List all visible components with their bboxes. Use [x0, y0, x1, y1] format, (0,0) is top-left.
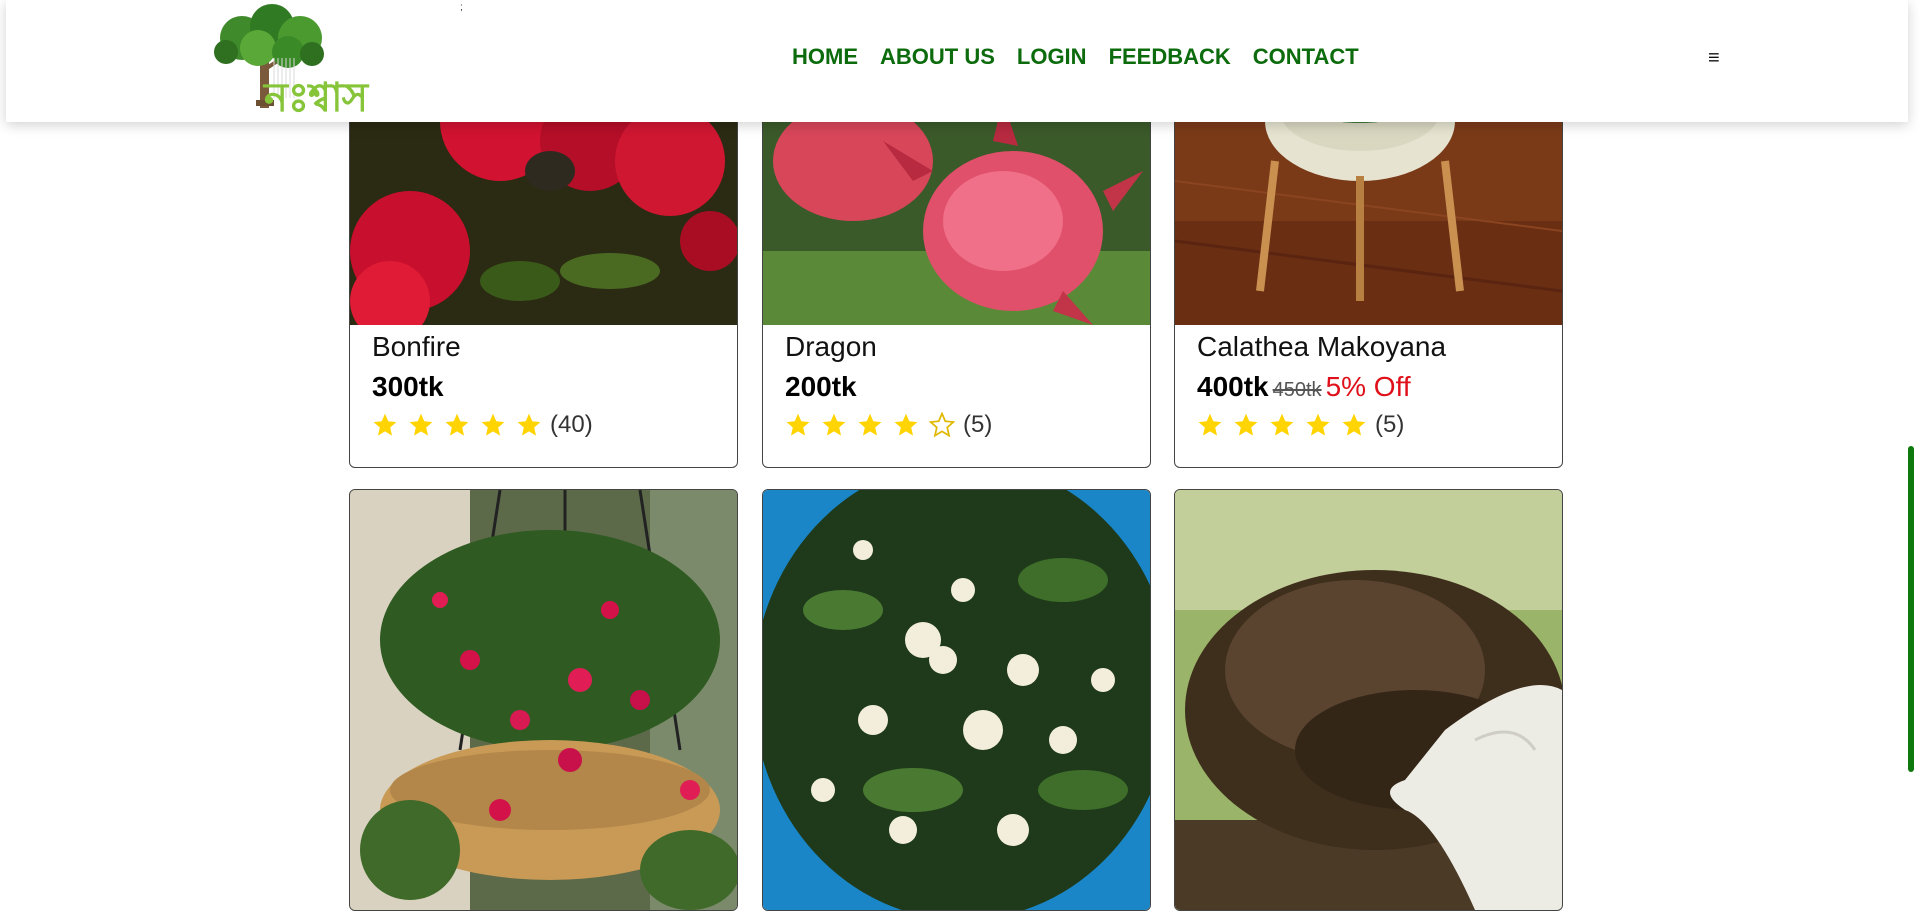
stray-mark: ; — [460, 2, 463, 13]
review-count: (5) — [963, 411, 993, 438]
product-price: 400tk — [1197, 371, 1269, 402]
star-icon — [373, 413, 397, 436]
scroll-indicator[interactable] — [1908, 446, 1914, 772]
top-navbar: নঃশ্বাস ; HOME ABOUT US LOGIN FEEDBACK C… — [6, 0, 1908, 122]
star-icon — [858, 413, 882, 436]
star-icon — [786, 413, 810, 436]
product-image-dragon — [763, 101, 1150, 325]
product-name[interactable]: Calathea Makoyana — [1197, 327, 1552, 367]
star-icon — [409, 413, 433, 436]
product-card-calathea-makoyana[interactable]: Calathea Makoyana 400tk 450tk 5% Off (5) — [1174, 100, 1563, 468]
review-count: (40) — [550, 411, 593, 438]
star-outline-icon — [929, 412, 955, 438]
star-icon — [481, 413, 505, 436]
product-card-white-blossom-tree[interactable] — [762, 489, 1151, 911]
rating-stars: (5) — [785, 407, 1140, 443]
product-price: 200tk — [785, 371, 857, 402]
rating-stars: (40) — [372, 407, 727, 443]
product-image-bonfire — [350, 101, 737, 325]
star-icon — [1306, 413, 1330, 436]
product-name[interactable]: Bonfire — [372, 327, 727, 367]
nav-link-about-us[interactable]: ABOUT US — [880, 44, 995, 70]
star-icon — [1342, 413, 1366, 436]
product-name[interactable]: Dragon — [785, 327, 1140, 367]
review-count: (5) — [1375, 411, 1405, 438]
product-card-hanging-basket[interactable] — [349, 489, 738, 911]
product-card-dragon[interactable]: Dragon 200tk (5) — [762, 100, 1151, 468]
nav-links: HOME ABOUT US LOGIN FEEDBACK CONTACT — [792, 44, 1381, 70]
rating-stars: (5) — [1197, 407, 1552, 443]
star-icon — [445, 413, 469, 436]
price-line: 200tk — [785, 367, 1140, 407]
site-logo[interactable]: নঃশ্বাস — [212, 4, 412, 121]
star-icon — [1198, 413, 1222, 436]
product-card-bonfire[interactable]: Bonfire 300tk (40) — [349, 100, 738, 468]
product-price: 300tk — [372, 371, 444, 402]
price-line: 400tk 450tk 5% Off — [1197, 367, 1552, 407]
nav-link-feedback[interactable]: FEEDBACK — [1109, 44, 1231, 70]
discount-label: 5% Off — [1325, 371, 1411, 402]
star-icon — [1234, 413, 1258, 436]
product-image-white-blossom-tree — [763, 490, 1150, 910]
hamburger-menu-icon[interactable]: ≡ — [1708, 47, 1720, 70]
nav-link-contact[interactable]: CONTACT — [1253, 44, 1359, 70]
star-icon — [822, 413, 846, 436]
product-card-compost[interactable] — [1174, 489, 1563, 911]
product-image-compost — [1175, 490, 1562, 910]
star-icon — [1270, 413, 1294, 436]
product-image-hanging-basket — [350, 490, 737, 910]
nav-link-login[interactable]: LOGIN — [1017, 44, 1087, 70]
old-price: 450tk — [1272, 379, 1322, 401]
star-icon — [517, 413, 541, 436]
product-image-calathea-makoyana — [1175, 101, 1562, 325]
logo-text: নঃশ্বাস — [264, 75, 368, 121]
nav-link-home[interactable]: HOME — [792, 44, 858, 70]
price-line: 300tk — [372, 367, 727, 407]
star-icon — [894, 413, 918, 436]
